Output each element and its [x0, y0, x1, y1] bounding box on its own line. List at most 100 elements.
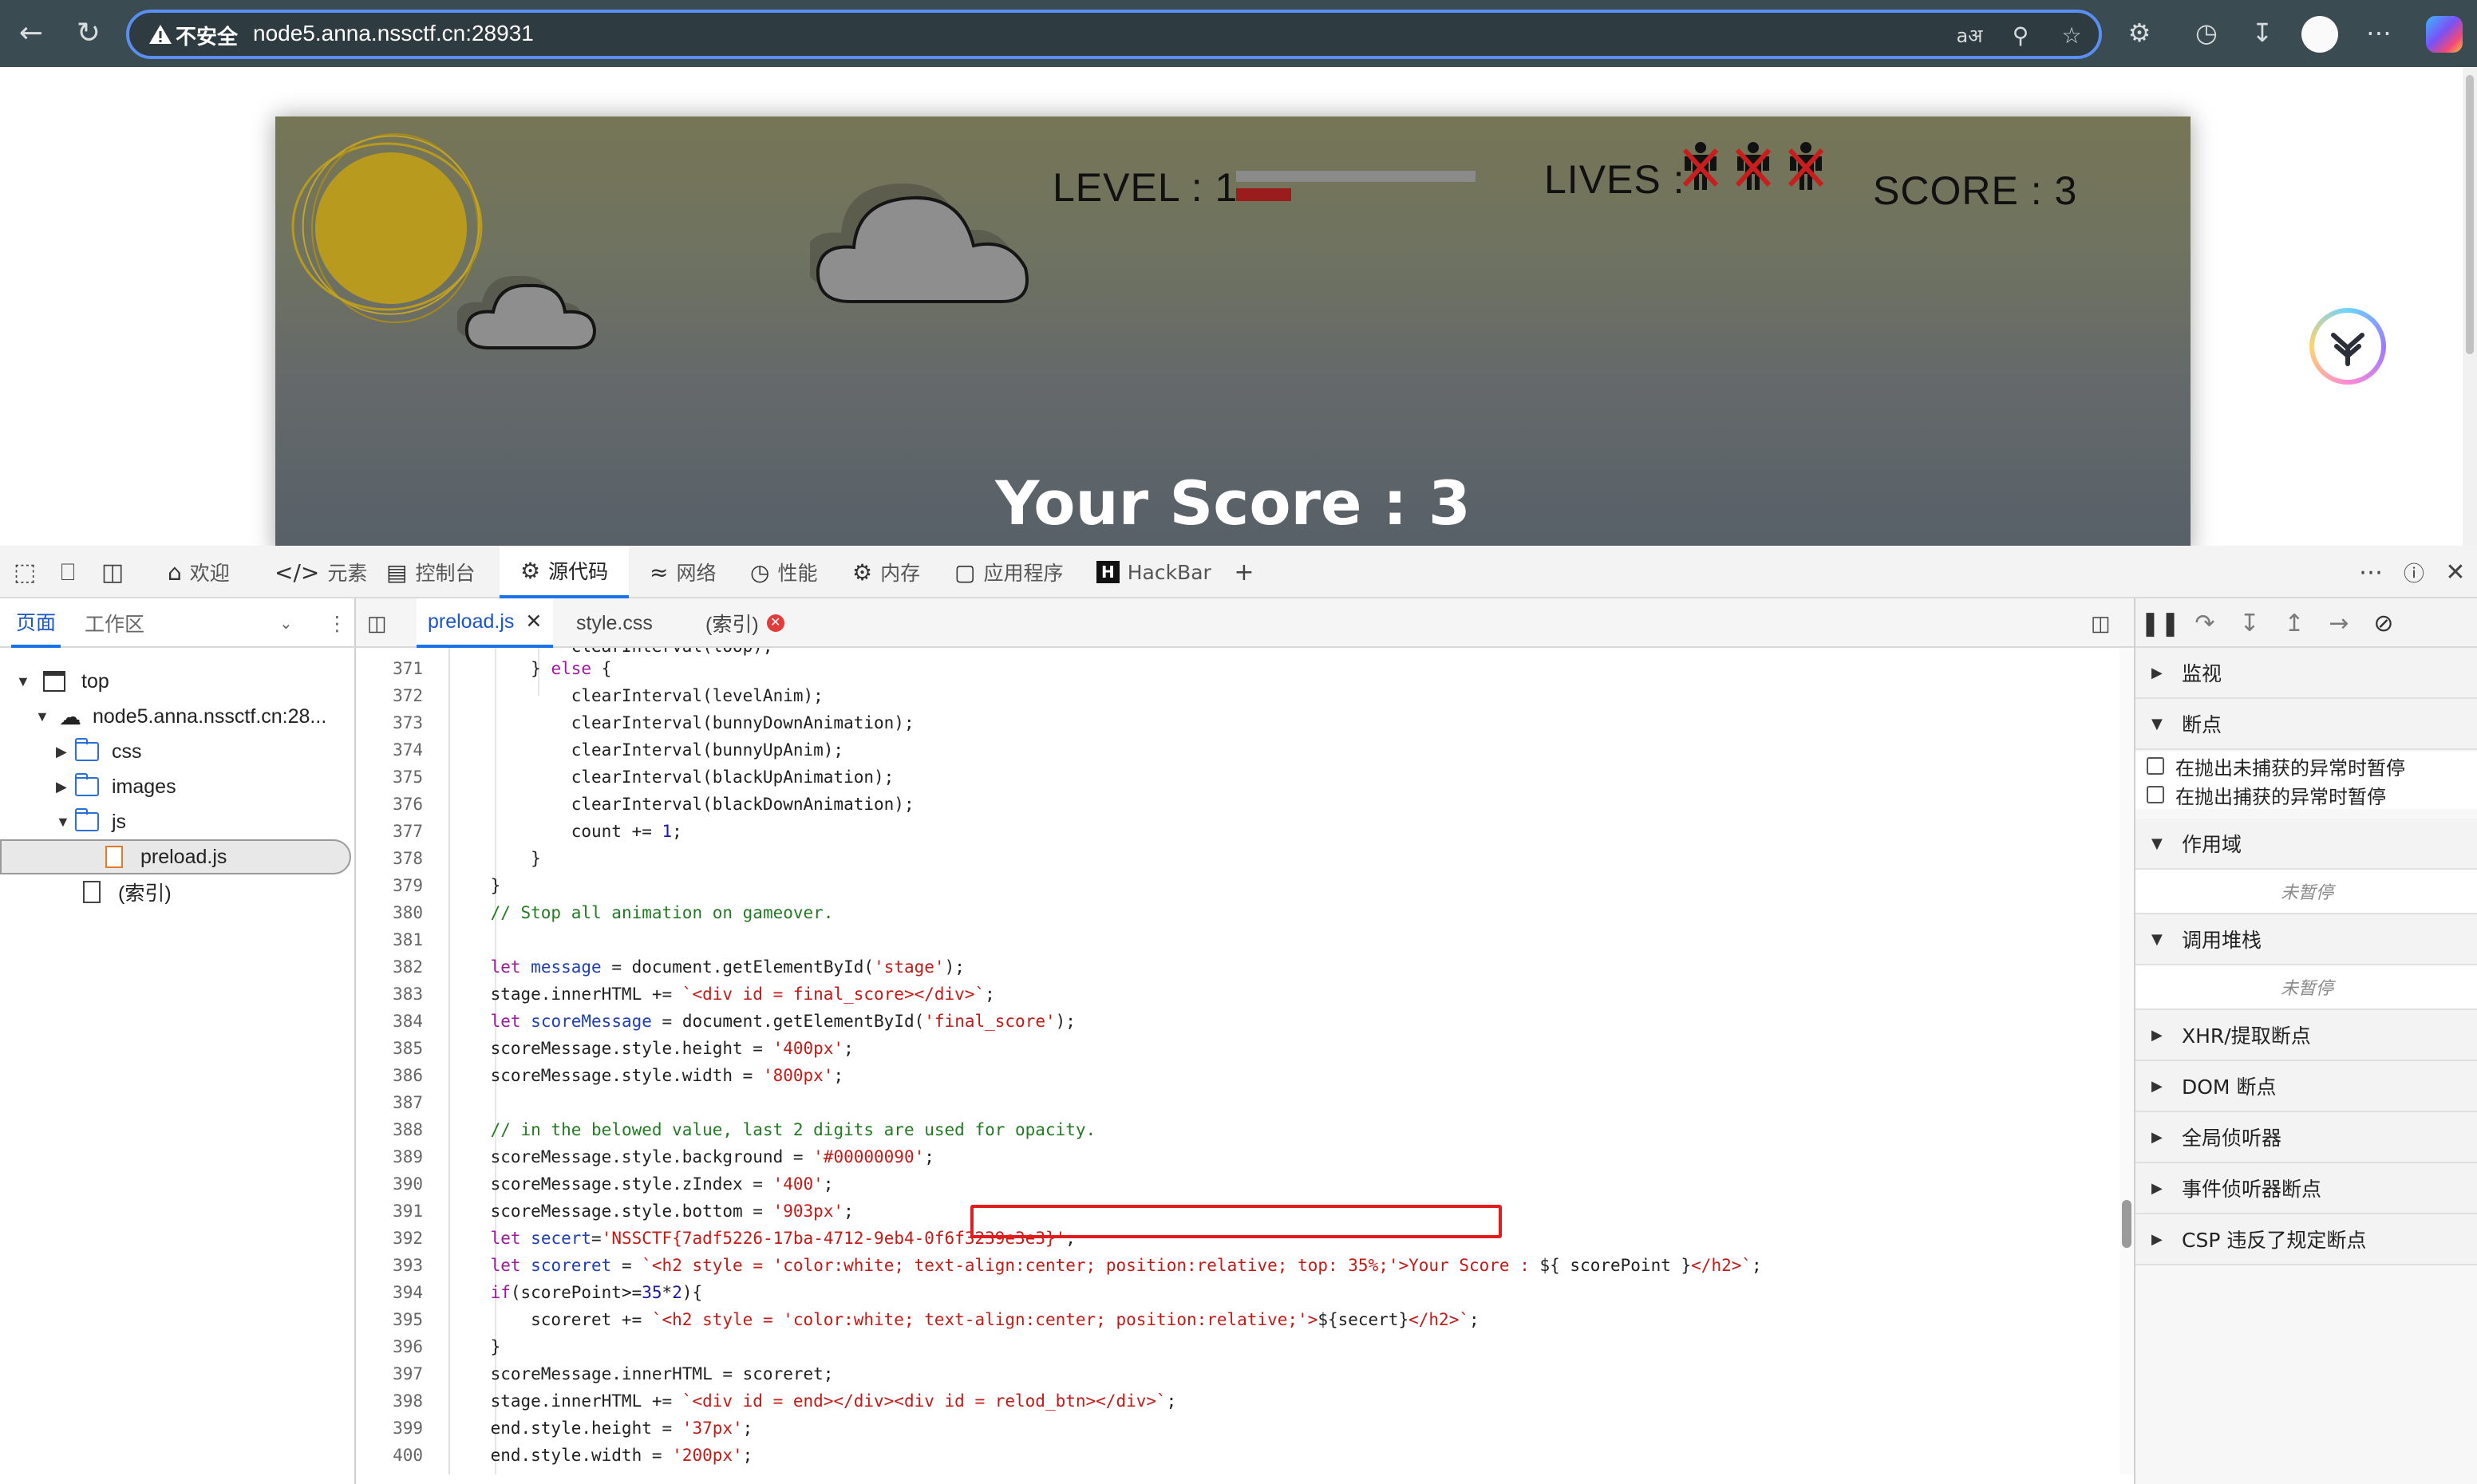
- device-emulation-icon[interactable]: ⎕: [53, 557, 83, 587]
- pause-uncaught-row[interactable]: 在抛出未捕获的异常时暂停: [2135, 752, 2477, 780]
- back-arrow-icon[interactable]: ←: [10, 11, 53, 54]
- line-number[interactable]: 395: [356, 1310, 423, 1329]
- deactivate-breakpoints-icon[interactable]: ⊘: [2368, 608, 2399, 638]
- pause-icon[interactable]: ❚❚: [2140, 608, 2180, 638]
- section-xhr-breakpoints[interactable]: ▶ XHR/提取断点: [2135, 1010, 2477, 1061]
- tree-item-preload-js[interactable]: preload.js: [0, 839, 351, 874]
- line-number[interactable]: 373: [356, 713, 423, 732]
- line-number[interactable]: 392: [356, 1229, 423, 1248]
- line-number[interactable]: 400: [356, 1446, 423, 1465]
- section-csp-breakpoints[interactable]: ▶ CSP 违反了规定断点: [2135, 1214, 2477, 1265]
- line-number[interactable]: 386: [356, 1066, 423, 1085]
- line-number[interactable]: 394: [356, 1283, 423, 1302]
- line-number[interactable]: 372: [356, 686, 423, 705]
- chevron-down-icon[interactable]: ⌄: [279, 598, 293, 648]
- more-vertical-icon[interactable]: ⋮: [327, 598, 347, 648]
- page-scrollbar-thumb[interactable]: [2466, 75, 2474, 354]
- editor-tab-style-css[interactable]: style.css: [565, 598, 664, 648]
- help-icon[interactable]: ⓘ: [2399, 557, 2429, 587]
- favorite-star-icon[interactable]: ☆: [2057, 21, 2086, 49]
- line-number[interactable]: 371: [356, 659, 423, 678]
- copilot-icon[interactable]: [2426, 16, 2463, 53]
- tab-performance[interactable]: ◷ 性能: [739, 546, 828, 598]
- checkbox[interactable]: [2147, 757, 2164, 775]
- line-number[interactable]: 385: [356, 1039, 423, 1058]
- editor-tab-preload-js[interactable]: preload.js ✕: [417, 598, 554, 648]
- download-icon[interactable]: ↧: [2241, 11, 2284, 54]
- line-number[interactable]: 374: [356, 740, 423, 760]
- tab-sources[interactable]: ⚙ 源代码: [500, 546, 630, 598]
- refresh-icon[interactable]: ↻: [67, 11, 110, 54]
- more-menu-icon[interactable]: ⋯: [2357, 11, 2400, 54]
- line-number[interactable]: 396: [356, 1337, 423, 1356]
- toggle-navigator-icon[interactable]: ◫: [367, 598, 387, 648]
- line-number[interactable]: 398: [356, 1391, 423, 1411]
- line-number[interactable]: 375: [356, 768, 423, 787]
- step-into-icon[interactable]: ↧: [2234, 608, 2265, 638]
- profile-avatar[interactable]: [2301, 16, 2338, 53]
- tab-memory[interactable]: ⚙ 内存: [841, 546, 931, 598]
- tree-item-js[interactable]: ▼ js: [0, 804, 356, 839]
- url-text[interactable]: node5.anna.nssctf.cn:28931: [253, 21, 534, 46]
- editor-scrollbar[interactable]: [2119, 648, 2134, 1474]
- section-call-stack[interactable]: ▼ 调用堆栈: [2135, 914, 2477, 965]
- error-close-icon[interactable]: ✕: [766, 614, 784, 632]
- section-breakpoints[interactable]: ▼ 断点: [2135, 699, 2477, 750]
- section-dom-breakpoints[interactable]: ▶ DOM 断点: [2135, 1061, 2477, 1112]
- assistant-widget[interactable]: [2309, 308, 2386, 385]
- toggle-debugger-icon[interactable]: ◫: [2091, 598, 2111, 648]
- tab-workspace[interactable]: 工作区: [85, 598, 144, 648]
- more-options-icon[interactable]: ⋯: [2356, 557, 2386, 587]
- line-number[interactable]: 376: [356, 795, 423, 814]
- extensions-icon[interactable]: ⚙: [2118, 11, 2161, 54]
- tree-item-images[interactable]: ▶ images: [0, 769, 356, 804]
- tree-item-index[interactable]: (索引): [0, 874, 356, 910]
- line-number[interactable]: 397: [356, 1364, 423, 1383]
- checkbox[interactable]: [2147, 786, 2164, 803]
- tree-item-top[interactable]: ▼ top: [0, 664, 356, 699]
- code-content[interactable]: clearInterval(loop); } else { clearInter…: [450, 648, 2119, 1474]
- tab-application[interactable]: ▢ 应用程序: [943, 546, 1074, 598]
- tab-welcome[interactable]: ⌂ 欢迎: [156, 546, 241, 598]
- step-over-icon[interactable]: ↷: [2190, 608, 2220, 638]
- read-aloud-icon[interactable]: aअ: [1955, 21, 1984, 49]
- inspect-element-icon[interactable]: ⬚: [10, 557, 40, 587]
- close-icon[interactable]: ✕: [525, 610, 542, 633]
- address-bar[interactable]: 不安全 node5.anna.nssctf.cn:28931 aअ ⚲ ☆: [126, 10, 2102, 59]
- line-number[interactable]: 381: [356, 930, 423, 949]
- tab-hackbar[interactable]: H HackBar: [1085, 546, 1223, 598]
- line-number[interactable]: 380: [356, 903, 423, 922]
- tree-item-domain[interactable]: ▼ ☁ node5.anna.nssctf.cn:28...: [0, 699, 356, 734]
- add-tab-icon[interactable]: +: [1229, 557, 1259, 587]
- line-number[interactable]: 390: [356, 1174, 423, 1194]
- line-number[interactable]: 377: [356, 822, 423, 841]
- line-number[interactable]: 379: [356, 876, 423, 895]
- step-icon[interactable]: →: [2324, 608, 2354, 638]
- tree-item-css[interactable]: ▶ css: [0, 734, 356, 769]
- line-number[interactable]: 393: [356, 1256, 423, 1275]
- step-out-icon[interactable]: ↥: [2279, 608, 2309, 638]
- dock-side-icon[interactable]: ◫: [97, 557, 128, 587]
- tab-console[interactable]: ▤ 控制台: [375, 546, 486, 598]
- line-number[interactable]: 384: [356, 1012, 423, 1031]
- editor-scrollbar-thumb[interactable]: [2122, 1200, 2131, 1248]
- history-icon[interactable]: ◷: [2185, 11, 2228, 54]
- line-number[interactable]: 388: [356, 1120, 423, 1139]
- tab-elements[interactable]: </> 元素: [263, 546, 378, 598]
- line-number[interactable]: 383: [356, 985, 423, 1004]
- section-scope[interactable]: ▼ 作用域: [2135, 819, 2477, 870]
- zoom-icon[interactable]: ⚲: [2006, 21, 2035, 49]
- section-event-listener-breakpoints[interactable]: ▶ 事件侦听器断点: [2135, 1163, 2477, 1214]
- section-watch[interactable]: ▶ 监视: [2135, 648, 2477, 699]
- line-number[interactable]: 391: [356, 1202, 423, 1221]
- line-number[interactable]: 378: [356, 849, 423, 868]
- line-number[interactable]: 399: [356, 1419, 423, 1438]
- line-number[interactable]: 387: [356, 1093, 423, 1112]
- tab-page[interactable]: 页面: [11, 598, 61, 648]
- line-number[interactable]: 382: [356, 957, 423, 977]
- tab-network[interactable]: ≈ 网络: [638, 546, 727, 598]
- pause-caught-row[interactable]: 在抛出捕获的异常时暂停: [2135, 780, 2477, 809]
- line-number[interactable]: 389: [356, 1147, 423, 1166]
- section-global-listeners[interactable]: ▶ 全局侦听器: [2135, 1112, 2477, 1163]
- editor-tab-index[interactable]: (索引) ✕: [694, 598, 796, 648]
